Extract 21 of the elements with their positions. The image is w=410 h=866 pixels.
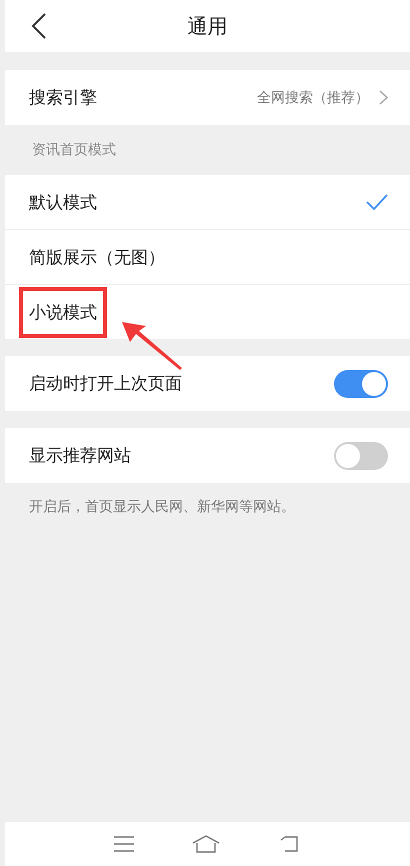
chevron-right-icon — [379, 90, 388, 105]
mode-option[interactable]: 默认模式 — [5, 175, 410, 230]
toggle-description: 开启后，首页显示人民网、新华网等网站。 — [28, 498, 296, 516]
search-engine-row[interactable]: 搜索引擎 全网搜索（推荐） — [5, 70, 410, 125]
setting-value: 全网搜索（推荐） — [257, 88, 369, 106]
setting-label: 简版展示（无图） — [29, 246, 165, 268]
section-heading: 资讯首页模式 — [31, 141, 117, 160]
mode-option[interactable]: 小说模式 — [5, 285, 410, 339]
setting-label: 显示推荐网站 — [29, 445, 131, 467]
setting-label: 启动时打开上次页面 — [29, 373, 182, 395]
menu-icon[interactable] — [114, 836, 134, 852]
page-title: 通用 — [188, 12, 228, 40]
setting-label: 默认模式 — [29, 192, 97, 214]
home-icon[interactable] — [192, 835, 220, 853]
setting-label: 搜索引擎 — [29, 87, 97, 109]
toggle-switch[interactable] — [334, 442, 388, 470]
toggle-switch[interactable] — [334, 370, 388, 398]
mode-option[interactable]: 简版展示（无图） — [5, 230, 410, 285]
setting-label: 小说模式 — [29, 302, 97, 322]
back-icon[interactable] — [31, 13, 47, 39]
annotation-arrow — [122, 322, 182, 370]
